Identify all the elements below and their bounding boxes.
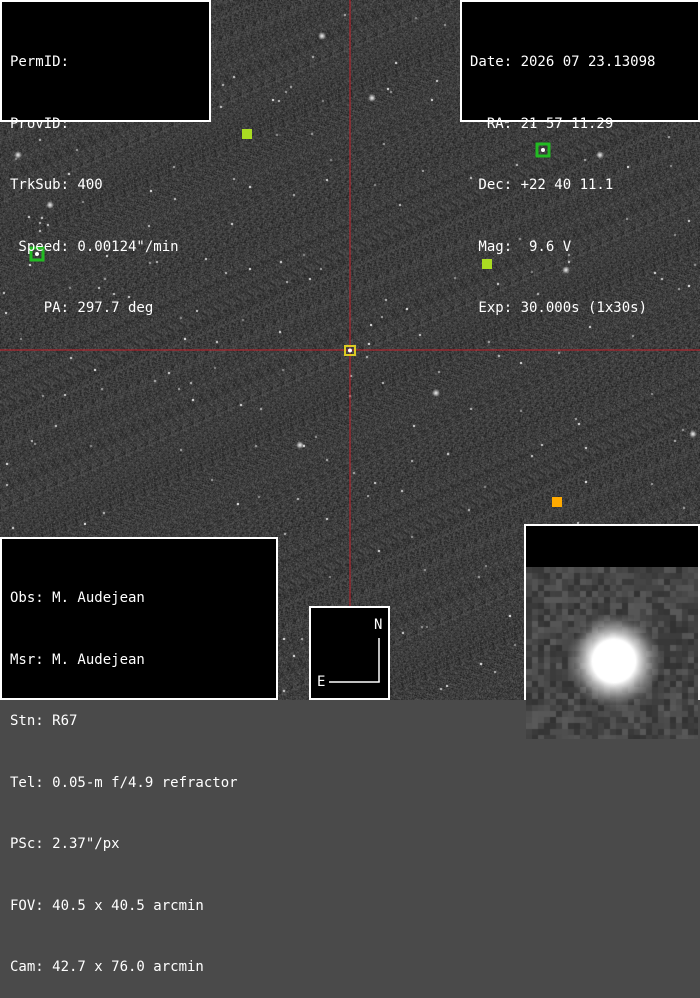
object-marker-orange (552, 497, 562, 507)
trksub-line: TrkSub: 400 (10, 177, 103, 193)
tracking-info-panel: PermID: ProvID: TrkSub: 400 Speed: 0.001… (0, 0, 211, 316)
compass-east-label: E (317, 674, 326, 690)
mag-line: Mag: 9.6 V (470, 238, 572, 255)
observation-info-panel: Date: 2026 07 23.13098 RA: 21 57 11.29 D… (460, 0, 700, 316)
observer-line: Obs: M. Audejean (10, 590, 145, 606)
dec-line: Dec: +22 40 11.1 (470, 177, 614, 193)
ra-line: RA: 21 57 11.29 (470, 115, 614, 132)
pixel-scale-line: PSc: 2.37"/px (10, 836, 120, 852)
date-line: Date: 2026 07 23.13098 (470, 54, 656, 70)
exp-line: Exp: 30.000s (1x30s) (470, 300, 648, 316)
measurer-line: Msr: M. Audejean (10, 651, 145, 668)
prov-id-line: ProvID: (10, 115, 70, 132)
compass-north-label: N (374, 617, 383, 633)
fov-line: FOV: 40.5 x 40.5 arcmin (10, 897, 204, 914)
perm-id-line: PermID: (10, 54, 70, 70)
compass-panel: N E (309, 606, 390, 700)
speed-line: Speed: 0.00124"/min (10, 238, 179, 255)
target-star (348, 348, 352, 353)
equipment-info-panel: Obs: M. Audejean Msr: M. Audejean Stn: R… (0, 537, 278, 975)
zoom-inset-image (526, 567, 698, 739)
pa-line: PA: 297.7 deg (10, 300, 154, 316)
object-marker-lime (242, 129, 252, 139)
station-line: Stn: R67 (10, 713, 78, 729)
camera-line: Cam: 42.7 x 76.0 arcmin (10, 959, 204, 975)
zoom-inset (524, 524, 700, 739)
telescope-line: Tel: 0.05-m f/4.9 refractor (10, 774, 238, 791)
